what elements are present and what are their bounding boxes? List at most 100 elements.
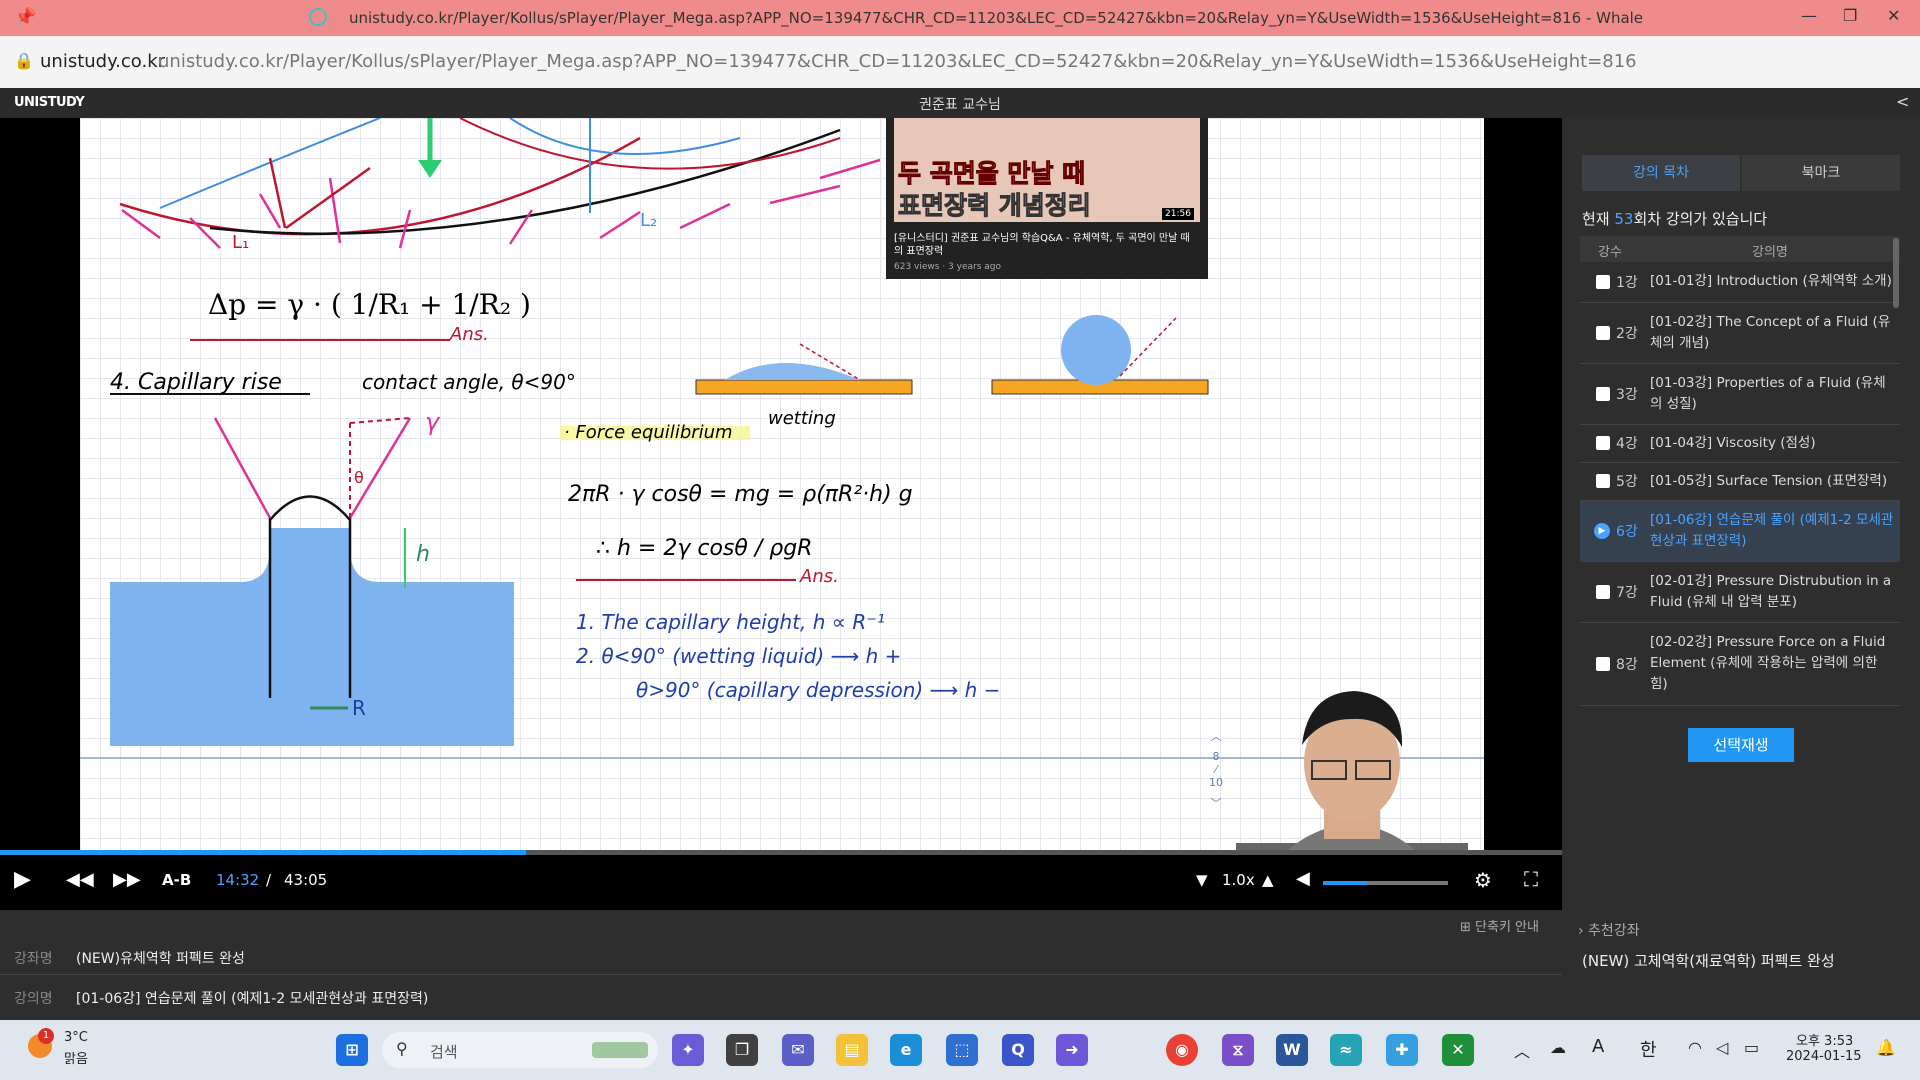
- page-up-icon[interactable]: ︿: [1204, 728, 1228, 744]
- video-player[interactable]: Δp = γ · ( 1/R₁ + 1/R₂ ) Ans. 4. Capilla…: [0, 118, 1562, 910]
- page-separator-icon: ⁄: [1215, 763, 1217, 776]
- store-icon[interactable]: ⬚: [946, 1034, 978, 1066]
- lecture-title[interactable]: [01-05강] Surface Tension (표면장력): [1650, 471, 1894, 492]
- speaker-icon[interactable]: ◁: [1716, 1038, 1728, 1057]
- recommend-label: › 추천강좌: [1578, 923, 1640, 939]
- lecture-row-current[interactable]: ▶ 6강 [01-06강] 연습문제 풀이 (예제1-2 모세관현상과 표면장력): [1580, 501, 1900, 562]
- lock-icon[interactable]: 🔒: [14, 51, 34, 70]
- start-icon[interactable]: ⊞: [336, 1034, 368, 1066]
- lecture-title[interactable]: [01-01강] Introduction (유체역학 소개): [1650, 271, 1894, 292]
- duration: 43:05: [284, 871, 328, 889]
- answer-label-1: Ans.: [450, 324, 489, 345]
- play-selected-button[interactable]: 선택재생: [1688, 728, 1794, 762]
- visual-studio-icon[interactable]: ⧖: [1222, 1034, 1254, 1066]
- address-bar[interactable]: 🔒 unistudy.co.kr unistudy.co.kr/Player/K…: [0, 36, 1920, 88]
- settings-icon[interactable]: ⚙: [1474, 868, 1492, 892]
- lecture-row[interactable]: 7강 [02-01강] Pressure Distrubution in a Fl…: [1580, 562, 1900, 623]
- search-icon: ⚲: [396, 1039, 408, 1058]
- lecture-row[interactable]: 8강 [02-02강] Pressure Force on a Fluid Ele…: [1580, 623, 1900, 706]
- thumbnail-line-1: 두 곡면을 만날 때: [897, 159, 1086, 189]
- collapse-sidebar-icon[interactable]: <: [1896, 92, 1909, 111]
- lecture-num: 1강: [1616, 275, 1638, 291]
- shortcut-guide-link[interactable]: ⊞ 단축키 안내: [1460, 916, 1539, 935]
- file-explorer-icon[interactable]: ▤: [836, 1034, 868, 1066]
- l1-label: L₁: [232, 232, 250, 253]
- task-view-icon[interactable]: ❐: [726, 1034, 758, 1066]
- minimize-button[interactable]: —: [1801, 6, 1817, 25]
- lecture-row[interactable]: 5강 [01-05강] Surface Tension (표면장력): [1580, 463, 1900, 501]
- weather-badge: 1: [38, 1028, 54, 1044]
- font-icon[interactable]: A: [1592, 1036, 1604, 1057]
- page-current: 8: [1212, 750, 1220, 763]
- rewind-icon[interactable]: ◀◀: [66, 869, 94, 890]
- lecture-row[interactable]: 4강 [01-04강] Viscosity (점성): [1580, 425, 1900, 463]
- clock-date[interactable]: 2024-01-15: [1786, 1049, 1862, 1064]
- lecture-title[interactable]: [02-01강] Pressure Distrubution in a Flui…: [1650, 571, 1894, 613]
- equation-force: 2πR · γ cosθ = mg = ρ(πR²·h) g: [568, 482, 913, 507]
- play-icon[interactable]: ▶: [14, 867, 31, 892]
- page-down-icon[interactable]: ﹀: [1204, 795, 1228, 811]
- speed-value: 1.0x: [1222, 871, 1255, 889]
- speed-up-icon[interactable]: ▲: [1262, 871, 1274, 889]
- browser-title-bar: 📌 unistudy.co.kr/Player/Kollus/sPlayer/P…: [0, 0, 1920, 36]
- tab-lecture-list[interactable]: 강의 목차: [1582, 155, 1740, 191]
- lecture-num: 5강: [1616, 474, 1638, 490]
- taskbar-search[interactable]: ⚲ 검색: [382, 1032, 658, 1068]
- network-cloud-icon[interactable]: ☁: [1550, 1038, 1566, 1057]
- info-divider: [0, 974, 1562, 975]
- speed-down-icon[interactable]: ▼: [1196, 871, 1208, 889]
- edge-icon[interactable]: e: [890, 1034, 922, 1066]
- player-header: UNISTUDY 권준표 교수님 <: [0, 88, 1920, 118]
- course-value: (NEW)유체역학 퍼펙트 완성: [76, 951, 245, 967]
- lecture-title[interactable]: [01-03강] Properties of a Fluid (유체의 성질): [1650, 373, 1894, 415]
- page-nav: ︿ 8 ⁄ 10 ﹀: [1204, 728, 1228, 838]
- tray-chevron-icon[interactable]: ︿: [1514, 1038, 1530, 1062]
- lecture-title[interactable]: [01-06강] 연습문제 풀이 (예제1-2 모세관현상과 표면장력): [1650, 510, 1894, 552]
- app-q-icon[interactable]: Q: [1002, 1034, 1034, 1066]
- lecture-checkbox[interactable]: [1596, 326, 1610, 340]
- clock-time[interactable]: 오후 3:53: [1796, 1030, 1853, 1049]
- notification-bell-icon[interactable]: 🔔: [1876, 1038, 1896, 1057]
- recommend-course-link[interactable]: (NEW) 고체역학(재료역학) 퍼펙트 완성: [1582, 950, 1835, 971]
- lecture-title[interactable]: [01-02강] The Concept of a Fluid (유체의 개념): [1650, 312, 1894, 354]
- copilot-icon[interactable]: ✦: [672, 1034, 704, 1066]
- tab-bookmark[interactable]: 북마크: [1742, 155, 1900, 191]
- chat-icon[interactable]: ✉: [782, 1034, 814, 1066]
- lecture-row[interactable]: 2강 [01-02강] The Concept of a Fluid (유체의 개…: [1580, 303, 1900, 364]
- related-video-thumbnail[interactable]: 두 곡면을 만날 때 표면장력 개념정리 21:56 [유니스터디] 권준표 교…: [886, 118, 1208, 279]
- app-puzzle-icon[interactable]: ✚: [1386, 1034, 1418, 1066]
- lecture-row[interactable]: 1강 [01-01강] Introduction (유체역학 소개): [1580, 262, 1900, 303]
- lecture-checkbox[interactable]: [1596, 387, 1610, 401]
- restore-button[interactable]: ❐: [1843, 6, 1857, 25]
- forward-icon[interactable]: ▶▶: [113, 869, 141, 890]
- app-circle-icon[interactable]: ➜: [1056, 1034, 1088, 1066]
- lecture-list-scrollbar[interactable]: [1893, 238, 1899, 308]
- ime-indicator[interactable]: 한: [1640, 1036, 1657, 1062]
- lecture-checkbox[interactable]: [1596, 474, 1610, 488]
- whale-browser-icon[interactable]: ≈: [1330, 1034, 1362, 1066]
- lecture-row[interactable]: 3강 [01-03강] Properties of a Fluid (유체의 성질…: [1580, 364, 1900, 425]
- lecture-num: 3강: [1616, 387, 1638, 403]
- note-1: 1. The capillary height, h ∝ R⁻¹: [576, 610, 885, 634]
- wifi-icon[interactable]: ◠: [1688, 1038, 1702, 1057]
- fullscreen-icon[interactable]: ⛶: [1524, 867, 1538, 891]
- close-button[interactable]: ✕: [1887, 6, 1900, 25]
- address-url[interactable]: unistudy.co.kr/Player/Kollus/sPlayer/Pla…: [158, 51, 1637, 72]
- lecture-checkbox[interactable]: [1596, 275, 1610, 289]
- ab-repeat-button[interactable]: A-B: [162, 871, 191, 889]
- lecture-num: 6강: [1616, 524, 1638, 540]
- battery-icon[interactable]: ▭: [1744, 1038, 1759, 1057]
- section-heading: 4. Capillary rise: [110, 370, 282, 395]
- loading-icon: [309, 8, 327, 26]
- lecture-title[interactable]: [01-04강] Viscosity (점성): [1650, 433, 1894, 454]
- r-label: R: [352, 696, 366, 720]
- pin-icon[interactable]: 📌: [14, 7, 36, 28]
- lecture-title[interactable]: [02-02강] Pressure Force on a Fluid Eleme…: [1650, 632, 1894, 695]
- volume-icon[interactable]: ◀: [1296, 868, 1310, 889]
- lecture-checkbox[interactable]: [1596, 585, 1610, 599]
- chrome-icon[interactable]: ◉: [1166, 1034, 1198, 1066]
- lecture-checkbox[interactable]: [1596, 436, 1610, 450]
- word-icon[interactable]: W: [1276, 1034, 1308, 1066]
- xbox-icon[interactable]: ✕: [1442, 1034, 1474, 1066]
- lecture-checkbox[interactable]: [1596, 657, 1610, 671]
